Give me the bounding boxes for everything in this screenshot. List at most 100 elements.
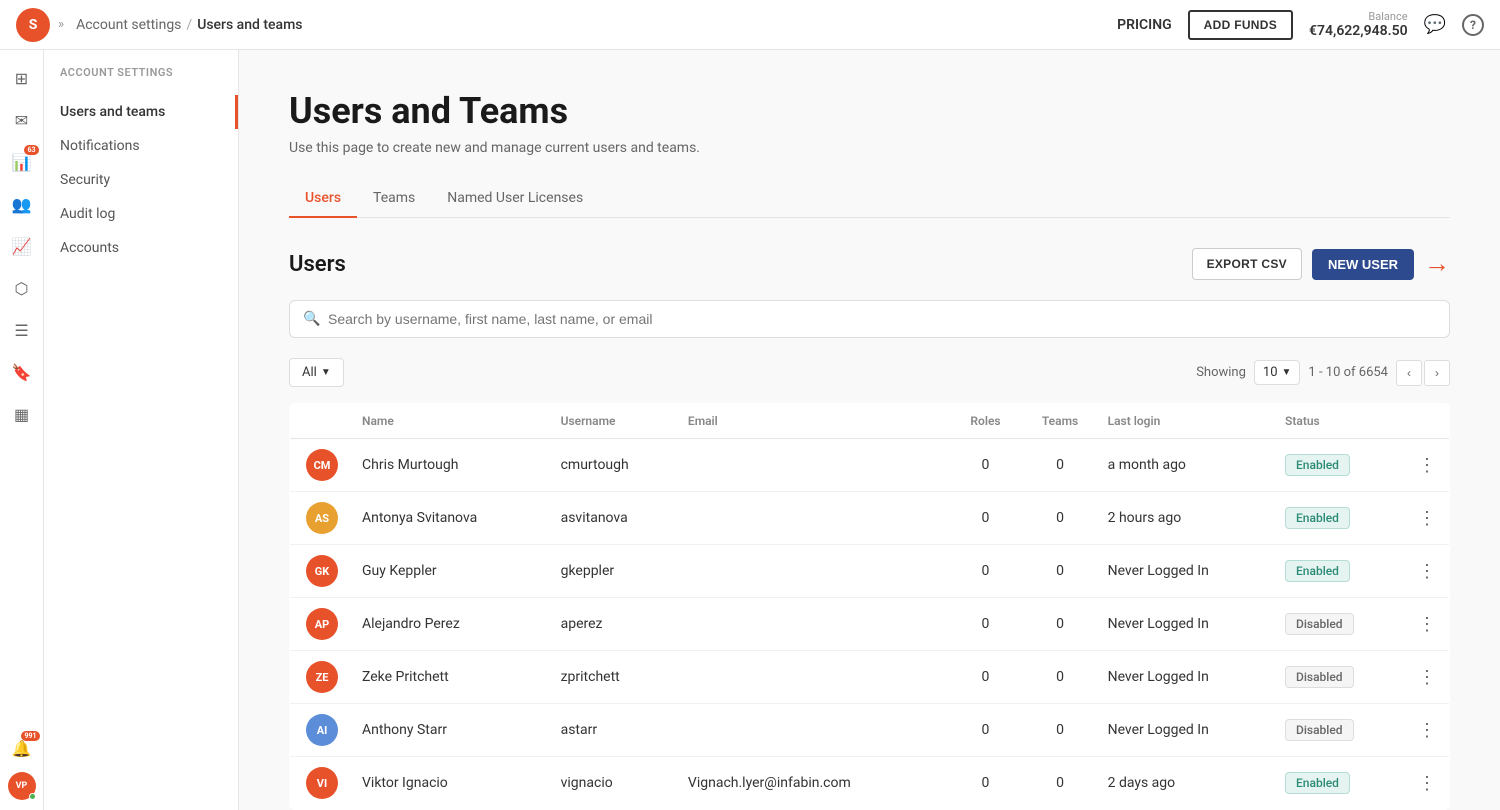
- user-status-cell: Enabled: [1277, 757, 1405, 810]
- user-email-cell: [680, 598, 951, 651]
- sidebar-item-accounts[interactable]: Accounts: [44, 231, 238, 265]
- notification-icon[interactable]: 🔔 991: [4, 730, 40, 766]
- settings-sidebar-title: ACCOUNT SETTINGS: [44, 66, 238, 95]
- balance-value: €74,622,948.50: [1309, 23, 1408, 39]
- sidebar-item-notifications[interactable]: Notifications: [44, 129, 238, 163]
- user-last-login-cell: a month ago: [1100, 439, 1277, 492]
- status-badge: Enabled: [1285, 772, 1350, 794]
- app-logo[interactable]: S: [16, 8, 50, 42]
- user-teams-cell: 0: [1020, 651, 1099, 704]
- showing-label: Showing: [1196, 365, 1246, 380]
- user-username-cell: asvitanova: [553, 492, 680, 545]
- tab-teams[interactable]: Teams: [357, 180, 431, 218]
- breadcrumb-parent: Account settings: [76, 17, 181, 33]
- user-avatar-cell: AS: [290, 492, 355, 545]
- more-actions-button[interactable]: ⋮: [1413, 716, 1441, 744]
- user-username-cell: astarr: [553, 704, 680, 757]
- table-row: AI Anthony Starr astarr 0 0 Never Logged…: [290, 704, 1450, 757]
- showing-range: 1 - 10 of 6654: [1308, 365, 1388, 380]
- page-subtitle: Use this page to create new and manage c…: [289, 140, 1450, 156]
- chat-icon[interactable]: 💬: [1424, 14, 1446, 35]
- search-input[interactable]: [289, 300, 1450, 338]
- user-roles-cell: 0: [951, 757, 1021, 810]
- pagination-prev-button[interactable]: ‹: [1396, 360, 1422, 386]
- user-username-cell: zpritchett: [553, 651, 680, 704]
- user-actions-cell: ⋮: [1405, 492, 1450, 545]
- user-teams-cell: 0: [1020, 492, 1099, 545]
- user-avatar-cell: AI: [290, 704, 355, 757]
- user-name-cell: Antonya Svitanova: [354, 492, 553, 545]
- new-user-button[interactable]: NEW USER: [1312, 249, 1414, 280]
- list-icon[interactable]: ☰: [4, 312, 40, 348]
- bookmark-icon[interactable]: 🔖: [4, 354, 40, 390]
- new-user-arrow-indicator: →: [1424, 251, 1450, 277]
- avatar: AP: [306, 608, 338, 640]
- filter-select[interactable]: All ▼: [289, 358, 344, 387]
- user-email-cell: [680, 545, 951, 598]
- icon-sidebar: ⊞ ✉ 📊 63 👥 📈 ⬡ ☰ 🔖 ▦ 🔔 991 VP: [0, 50, 44, 810]
- users-icon[interactable]: 👥: [4, 186, 40, 222]
- status-badge: Enabled: [1285, 454, 1350, 476]
- more-actions-button[interactable]: ⋮: [1413, 451, 1441, 479]
- tab-named-user-licenses[interactable]: Named User Licenses: [431, 180, 599, 218]
- sidebar-item-security[interactable]: Security: [44, 163, 238, 197]
- avatar: ZE: [306, 661, 338, 693]
- chart-icon[interactable]: 📈: [4, 228, 40, 264]
- user-last-login-cell: Never Logged In: [1100, 651, 1277, 704]
- breadcrumb-current: Users and teams: [197, 17, 302, 33]
- users-table: Name Username Email Roles Teams Last log…: [289, 403, 1450, 810]
- col-header-email: Email: [680, 404, 951, 439]
- user-name-cell: Guy Keppler: [354, 545, 553, 598]
- status-badge: Disabled: [1285, 613, 1354, 635]
- user-avatar[interactable]: VP: [8, 772, 36, 800]
- status-badge: Enabled: [1285, 560, 1350, 582]
- status-badge: Disabled: [1285, 719, 1354, 741]
- help-icon[interactable]: ?: [1462, 14, 1484, 36]
- export-csv-button[interactable]: EXPORT CSV: [1192, 248, 1302, 280]
- col-header-roles: Roles: [951, 404, 1021, 439]
- col-header-avatar: [290, 404, 355, 439]
- showing-count-select[interactable]: 10 ▼: [1254, 360, 1301, 385]
- pricing-link[interactable]: PRICING: [1117, 17, 1172, 33]
- more-actions-button[interactable]: ⋮: [1413, 557, 1441, 585]
- add-funds-button[interactable]: ADD FUNDS: [1188, 10, 1293, 40]
- user-last-login-cell: Never Logged In: [1100, 704, 1277, 757]
- breadcrumb-separator: /: [186, 17, 192, 33]
- sidebar-item-users-and-teams[interactable]: Users and teams: [44, 95, 238, 129]
- breadcrumb: Account settings / Users and teams: [76, 17, 302, 33]
- sidebar-item-audit-log[interactable]: Audit log: [44, 197, 238, 231]
- more-actions-button[interactable]: ⋮: [1413, 504, 1441, 532]
- top-header: S » Account settings / Users and teams P…: [0, 0, 1500, 50]
- user-username-cell: aperez: [553, 598, 680, 651]
- more-actions-button[interactable]: ⋮: [1413, 663, 1441, 691]
- user-status-cell: Enabled: [1277, 545, 1405, 598]
- user-username-cell: gkeppler: [553, 545, 680, 598]
- more-actions-button[interactable]: ⋮: [1413, 610, 1441, 638]
- user-avatar-cell: AP: [290, 598, 355, 651]
- more-actions-button[interactable]: ⋮: [1413, 769, 1441, 797]
- filter-row: All ▼ Showing 10 ▼ 1 - 10 of 6654 ‹ ›: [289, 358, 1450, 387]
- tabs-container: Users Teams Named User Licenses: [289, 180, 1450, 218]
- user-username-cell: vignacio: [553, 757, 680, 810]
- tab-users[interactable]: Users: [289, 180, 357, 218]
- pagination-next-button[interactable]: ›: [1424, 360, 1450, 386]
- user-roles-cell: 0: [951, 439, 1021, 492]
- user-status-cell: Disabled: [1277, 651, 1405, 704]
- expand-btn[interactable]: »: [58, 17, 64, 32]
- col-header-actions: [1405, 404, 1450, 439]
- user-avatar-cell: CM: [290, 439, 355, 492]
- user-roles-cell: 0: [951, 545, 1021, 598]
- user-email-cell: [680, 492, 951, 545]
- reports-icon[interactable]: 📊 63: [4, 144, 40, 180]
- mail-icon[interactable]: ✉: [4, 102, 40, 138]
- user-teams-cell: 0: [1020, 704, 1099, 757]
- layout-icon[interactable]: ▦: [4, 396, 40, 432]
- col-header-status: Status: [1277, 404, 1405, 439]
- grid-icon[interactable]: ⊞: [4, 60, 40, 96]
- user-teams-cell: 0: [1020, 598, 1099, 651]
- group-icon[interactable]: ⬡: [4, 270, 40, 306]
- section-title: Users: [289, 252, 346, 277]
- balance-label: Balance: [1309, 10, 1408, 23]
- chevron-down-icon: ▼: [321, 367, 331, 378]
- user-email-cell: [680, 439, 951, 492]
